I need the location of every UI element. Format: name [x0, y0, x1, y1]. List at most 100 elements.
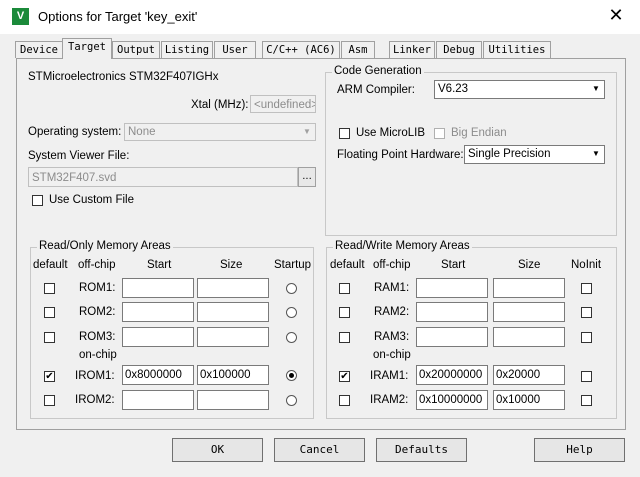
os-select-value: None	[128, 126, 156, 138]
use-microlib-checkbox[interactable]	[339, 128, 350, 139]
rw-header-noinit: NoInit	[571, 259, 602, 271]
options-dialog: V Options for Target 'key_exit' ✕ Device…	[0, 0, 640, 477]
irom1-label: IROM1:	[75, 370, 115, 382]
iram1-default-checkbox[interactable]: ✔	[339, 371, 350, 382]
ro-header-startup: Startup	[274, 259, 312, 271]
tab-user[interactable]: User	[214, 41, 256, 58]
tab-asm[interactable]: Asm	[341, 41, 375, 58]
irom1-startup-radio[interactable]	[286, 370, 297, 381]
os-label: Operating system:	[28, 126, 122, 138]
irom1-default-checkbox[interactable]: ✔	[44, 371, 55, 382]
rom1-default-checkbox[interactable]	[44, 283, 55, 294]
os-select[interactable]: None ▼	[124, 123, 316, 141]
arm-compiler-select[interactable]: V6.23 ▼	[434, 80, 605, 99]
irom1-size-input[interactable]: 0x100000	[197, 365, 269, 385]
tab-device[interactable]: Device	[15, 41, 63, 58]
iram2-label: IRAM2:	[370, 394, 409, 406]
svd-field[interactable]: STM32F407.svd	[28, 167, 298, 187]
chevron-down-icon: ▼	[592, 84, 600, 93]
iram1-start-input[interactable]: 0x20000000	[416, 365, 488, 385]
rom3-size-input[interactable]	[197, 327, 269, 347]
ram2-noinit-checkbox[interactable]	[581, 307, 592, 318]
rom2-label: ROM2:	[79, 306, 116, 318]
iram2-noinit-checkbox[interactable]	[581, 395, 592, 406]
rom2-start-input[interactable]	[122, 302, 194, 322]
ok-button[interactable]: OK	[172, 438, 263, 462]
help-button[interactable]: Help	[534, 438, 625, 462]
big-endian-checkbox[interactable]	[434, 128, 445, 139]
rom2-startup-radio[interactable]	[286, 307, 297, 318]
iram2-size-input[interactable]: 0x10000	[493, 390, 565, 410]
rom2-default-checkbox[interactable]	[44, 307, 55, 318]
iram1-size-input[interactable]: 0x20000	[493, 365, 565, 385]
xtal-field[interactable]: <undefined>	[250, 95, 316, 113]
close-icon[interactable]: ✕	[606, 6, 626, 26]
ro-header-start: Start	[147, 259, 172, 271]
rom1-start-input[interactable]	[122, 278, 194, 298]
code-generation-title: Code Generation	[332, 65, 424, 77]
rw-onchip-label: on-chip	[373, 349, 411, 361]
tab-listing[interactable]: Listing	[161, 41, 213, 58]
chevron-down-icon: ▼	[303, 127, 311, 136]
iram2-default-checkbox[interactable]	[339, 395, 350, 406]
rw-header-default: default	[330, 259, 365, 271]
ram1-noinit-checkbox[interactable]	[581, 283, 592, 294]
defaults-button[interactable]: Defaults	[376, 438, 467, 462]
iram1-label: IRAM1:	[370, 370, 409, 382]
irom2-size-input[interactable]	[197, 390, 269, 410]
tab-linker[interactable]: Linker	[389, 41, 435, 58]
rom3-startup-radio[interactable]	[286, 332, 297, 343]
rom3-label: ROM3:	[79, 331, 116, 343]
ram1-default-checkbox[interactable]	[339, 283, 350, 294]
ram3-noinit-checkbox[interactable]	[581, 332, 592, 343]
fp-hardware-value: Single Precision	[468, 148, 551, 160]
irom2-label: IROM2:	[75, 394, 115, 406]
use-custom-file-label: Use Custom File	[49, 194, 134, 206]
ram2-start-input[interactable]	[416, 302, 488, 322]
tab-output[interactable]: Output	[112, 41, 160, 58]
device-name: STMicroelectronics STM32F407IGHx	[28, 71, 219, 83]
iram2-start-input[interactable]: 0x10000000	[416, 390, 488, 410]
xtal-label: Xtal (MHz):	[191, 99, 249, 111]
irom2-default-checkbox[interactable]	[44, 395, 55, 406]
ro-header-size: Size	[220, 259, 243, 271]
tab-utilities[interactable]: Utilities	[483, 41, 551, 58]
rw-header-start: Start	[441, 259, 466, 271]
arm-compiler-value: V6.23	[438, 83, 469, 95]
svd-label: System Viewer File:	[28, 150, 130, 162]
rom1-size-input[interactable]	[197, 278, 269, 298]
rw-header-offchip: off-chip	[373, 259, 411, 271]
readonly-memory-title: Read/Only Memory Areas	[37, 240, 173, 252]
tab-cc-ac6[interactable]: C/C++ (AC6)	[262, 41, 340, 58]
iram1-noinit-checkbox[interactable]	[581, 371, 592, 382]
ro-header-default: default	[33, 259, 68, 271]
ram1-start-input[interactable]	[416, 278, 488, 298]
irom2-startup-radio[interactable]	[286, 395, 297, 406]
svd-browse-button[interactable]: ...	[298, 167, 316, 187]
rom1-label: ROM1:	[79, 282, 116, 294]
arm-compiler-label: ARM Compiler:	[337, 84, 415, 96]
irom2-start-input[interactable]	[122, 390, 194, 410]
ram3-start-input[interactable]	[416, 327, 488, 347]
rom3-start-input[interactable]	[122, 327, 194, 347]
window-title: Options for Target 'key_exit'	[38, 9, 198, 24]
use-custom-file-checkbox[interactable]	[32, 195, 43, 206]
irom1-start-input[interactable]: 0x8000000	[122, 365, 194, 385]
fp-hardware-label: Floating Point Hardware:	[337, 149, 464, 161]
ram2-size-input[interactable]	[493, 302, 565, 322]
ram2-label: RAM2:	[374, 306, 410, 318]
use-microlib-label: Use MicroLIB	[356, 127, 426, 139]
fp-hardware-select[interactable]: Single Precision ▼	[464, 145, 605, 164]
chevron-down-icon: ▼	[592, 149, 600, 158]
tab-debug[interactable]: Debug	[436, 41, 482, 58]
ram3-size-input[interactable]	[493, 327, 565, 347]
cancel-button[interactable]: Cancel	[274, 438, 365, 462]
ram3-default-checkbox[interactable]	[339, 332, 350, 343]
rom3-default-checkbox[interactable]	[44, 332, 55, 343]
rom2-size-input[interactable]	[197, 302, 269, 322]
ram1-size-input[interactable]	[493, 278, 565, 298]
rom1-startup-radio[interactable]	[286, 283, 297, 294]
ram2-default-checkbox[interactable]	[339, 307, 350, 318]
ram3-label: RAM3:	[374, 331, 410, 343]
tab-target[interactable]: Target	[62, 38, 112, 59]
